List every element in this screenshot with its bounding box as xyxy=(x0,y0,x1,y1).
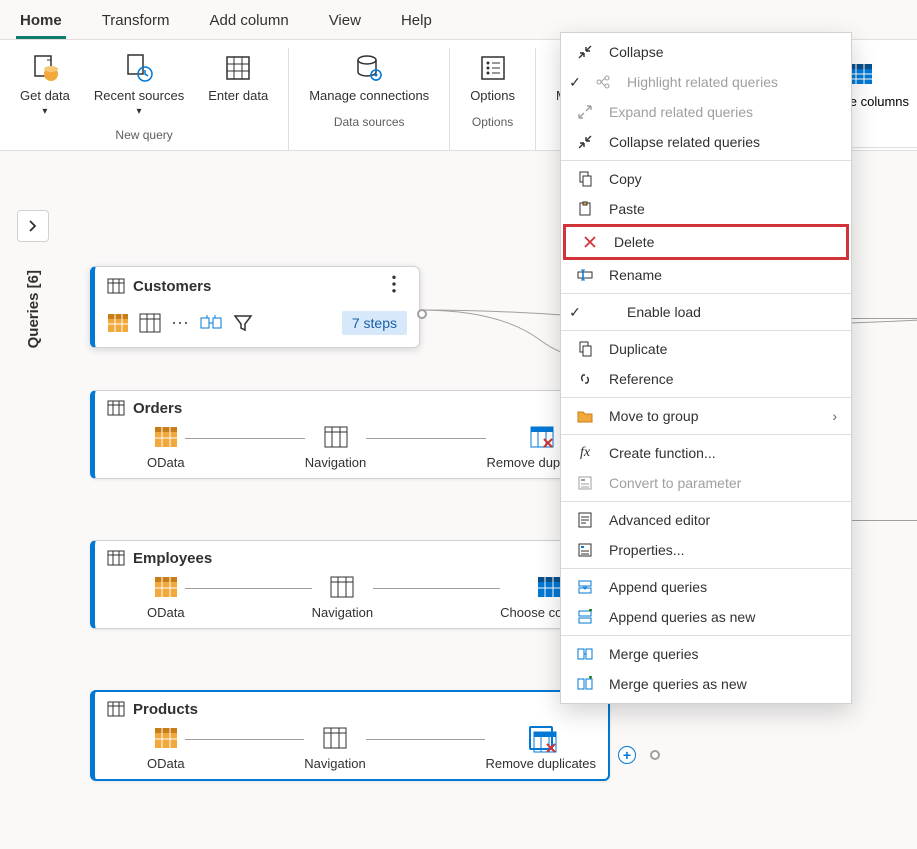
append-new-icon xyxy=(575,607,595,627)
tab-home[interactable]: Home xyxy=(16,4,66,39)
editor-icon xyxy=(575,510,595,530)
chevron-right-icon: › xyxy=(832,408,837,424)
ctx-advanced-editor[interactable]: Advanced editor xyxy=(561,505,851,535)
step-navigation[interactable]: Navigation xyxy=(305,425,366,470)
query-card-orders[interactable]: Orders OData Navigation Remove duplicate… xyxy=(90,390,610,479)
options-button[interactable]: Options xyxy=(462,48,523,109)
ribbon-label-data-sources: Data sources xyxy=(334,109,405,137)
check-icon: ✓ xyxy=(567,304,583,321)
options-icon xyxy=(477,52,509,84)
step-navigation[interactable]: Navigation xyxy=(304,726,365,771)
tab-transform[interactable]: Transform xyxy=(98,4,174,39)
ctx-append-queries[interactable]: Append queries xyxy=(561,572,851,602)
table-outline-icon xyxy=(139,312,161,334)
more-options-button[interactable] xyxy=(381,275,407,297)
query-card-customers[interactable]: Customers ⋯ 7 steps xyxy=(90,266,420,348)
recent-sources-icon xyxy=(123,52,155,84)
ctx-highlight-related: ✓ Highlight related queries xyxy=(561,67,851,97)
ctx-collapse-related[interactable]: Collapse related queries xyxy=(561,127,851,157)
ctx-enable-load[interactable]: ✓ Enable load xyxy=(561,297,851,327)
parameter-icon xyxy=(575,473,595,493)
table-icon xyxy=(107,700,125,718)
step-remove-duplicates[interactable]: Remove duplicates xyxy=(485,726,596,771)
add-step-button[interactable]: + xyxy=(618,746,636,764)
table-orange-icon xyxy=(107,312,129,334)
properties-icon xyxy=(575,540,595,560)
ctx-copy[interactable]: Copy xyxy=(561,164,851,194)
ctx-expand-related: Expand related queries xyxy=(561,97,851,127)
paste-icon xyxy=(575,199,595,219)
ellipsis-icon: ⋯ xyxy=(171,313,190,334)
query-title: Orders xyxy=(133,400,182,417)
ctx-merge-queries-new[interactable]: Merge queries as new xyxy=(561,669,851,699)
folder-icon xyxy=(575,406,595,426)
query-card-employees[interactable]: Employees OData Navigation Choose column… xyxy=(90,540,610,629)
delete-icon xyxy=(580,232,600,252)
check-icon: ✓ xyxy=(567,74,583,91)
merge-icon xyxy=(575,644,595,664)
table-icon xyxy=(107,549,125,567)
ctx-merge-queries[interactable]: Merge queries xyxy=(561,639,851,669)
merge-icon xyxy=(200,312,222,334)
recent-sources-button[interactable]: Recent sources ▾ xyxy=(86,48,192,122)
ribbon-group-data-sources: Manage connections Data sources xyxy=(289,48,450,150)
tab-help[interactable]: Help xyxy=(397,4,436,39)
tab-add-column[interactable]: Add column xyxy=(205,4,292,39)
enter-data-icon xyxy=(222,52,254,84)
steps-badge[interactable]: 7 steps xyxy=(342,311,407,335)
get-data-button[interactable]: Get data ▾ xyxy=(12,48,78,122)
manage-connections-button[interactable]: Manage connections xyxy=(301,48,437,109)
filter-icon xyxy=(232,312,254,334)
manage-connections-icon xyxy=(353,52,385,84)
reference-icon xyxy=(575,369,595,389)
output-port[interactable] xyxy=(650,750,660,760)
chevron-right-icon xyxy=(26,219,40,233)
copy-icon xyxy=(575,169,595,189)
ctx-move-to-group[interactable]: Move to group › xyxy=(561,401,851,431)
queries-panel-label: Queries [6] xyxy=(25,270,42,348)
queries-panel: Queries [6] xyxy=(16,210,50,348)
output-port[interactable] xyxy=(417,309,427,319)
query-title: Products xyxy=(133,701,198,718)
ctx-paste[interactable]: Paste xyxy=(561,194,851,224)
context-menu: Collapse ✓ Highlight related queries Exp… xyxy=(560,32,852,704)
step-odata[interactable]: OData xyxy=(147,726,185,771)
ctx-convert-parameter: Convert to parameter xyxy=(561,468,851,498)
get-data-icon xyxy=(29,52,61,84)
function-icon: fx xyxy=(575,443,595,463)
ctx-reference[interactable]: Reference xyxy=(561,364,851,394)
step-odata[interactable]: OData xyxy=(147,575,185,620)
collapse-icon xyxy=(575,132,595,152)
expand-queries-button[interactable] xyxy=(17,210,49,242)
collapse-icon xyxy=(575,42,595,62)
query-title: Employees xyxy=(133,550,212,567)
tab-view[interactable]: View xyxy=(325,4,365,39)
ctx-append-queries-new[interactable]: Append queries as new xyxy=(561,602,851,632)
ctx-collapse[interactable]: Collapse xyxy=(561,37,851,67)
query-card-products[interactable]: Products OData Navigation Remove duplica… xyxy=(90,690,610,781)
ctx-rename[interactable]: Rename xyxy=(561,260,851,290)
query-title: Customers xyxy=(133,278,211,295)
ctx-properties[interactable]: Properties... xyxy=(561,535,851,565)
step-odata[interactable]: OData xyxy=(147,425,185,470)
ribbon-label-options: Options xyxy=(472,109,513,137)
more-vertical-icon xyxy=(385,275,403,293)
ctx-duplicate[interactable]: Duplicate xyxy=(561,334,851,364)
step-navigation[interactable]: Navigation xyxy=(312,575,373,620)
expand-icon xyxy=(575,102,595,122)
ribbon-group-new-query: Get data ▾ Recent sources ▾ Enter data N… xyxy=(0,48,289,150)
ctx-create-function[interactable]: fx Create function... xyxy=(561,438,851,468)
enter-data-button[interactable]: Enter data xyxy=(200,48,276,109)
table-icon xyxy=(107,399,125,417)
duplicate-icon xyxy=(575,339,595,359)
ctx-delete[interactable]: Delete xyxy=(563,224,849,260)
rename-icon xyxy=(575,265,595,285)
ribbon-label-new-query: New query xyxy=(115,122,172,150)
related-icon xyxy=(593,72,613,92)
table-icon xyxy=(107,277,125,295)
ribbon-group-options: Options Options xyxy=(450,48,536,150)
append-icon xyxy=(575,577,595,597)
merge-new-icon xyxy=(575,674,595,694)
